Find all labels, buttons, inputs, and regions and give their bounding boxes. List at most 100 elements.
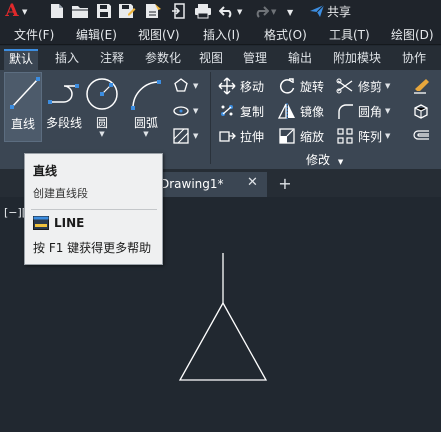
- polygon-dropdown-icon[interactable]: ▼: [193, 82, 198, 90]
- explode-button[interactable]: [412, 101, 430, 121]
- customize-icon[interactable]: ▼: [287, 3, 293, 21]
- arc-button[interactable]: 圆弧 ▼: [126, 72, 166, 142]
- tab-collaborate[interactable]: 协作: [397, 49, 431, 70]
- mirror-icon: [278, 103, 295, 119]
- tab-view[interactable]: 视图: [194, 49, 228, 70]
- ellipse-dropdown-icon[interactable]: ▼: [193, 107, 198, 115]
- undo-caret-icon[interactable]: ▼: [237, 3, 242, 21]
- stretch-label: 拉伸: [240, 129, 265, 144]
- menu-view[interactable]: 视图(V): [138, 26, 180, 43]
- open-folder-icon[interactable]: [70, 2, 90, 20]
- tab-parametric[interactable]: 参数化: [140, 49, 186, 70]
- fillet-label: 圆角: [358, 104, 383, 119]
- fillet-dropdown-icon[interactable]: ▼: [385, 107, 390, 115]
- mirror-button[interactable]: 镜像: [278, 101, 324, 121]
- scale-button[interactable]: 缩放: [278, 126, 324, 146]
- menu-edit[interactable]: 编辑(E): [76, 26, 117, 43]
- trim-label: 修剪: [358, 79, 383, 94]
- hatch-button[interactable]: ▼: [172, 126, 198, 146]
- drawn-triangle: [178, 301, 268, 381]
- import-icon[interactable]: [170, 2, 186, 20]
- modify-panel-title[interactable]: 修改 ▼: [306, 151, 343, 168]
- array-dropdown-icon[interactable]: ▼: [385, 132, 390, 140]
- copy-button[interactable]: 复制: [218, 101, 264, 121]
- polyline-button[interactable]: 多段线: [44, 72, 84, 142]
- copy-icon: [221, 105, 233, 116]
- offset-icon: [413, 130, 429, 140]
- line-icon: [5, 73, 41, 113]
- rotate-label: 旋转: [300, 79, 325, 94]
- hatch-dropdown-icon[interactable]: ▼: [193, 132, 198, 140]
- tab-insert[interactable]: 插入: [50, 49, 84, 70]
- save-icon[interactable]: [95, 2, 113, 20]
- move-button[interactable]: 移动: [218, 76, 264, 96]
- explode-icon: [414, 104, 428, 119]
- move-icon: [218, 77, 236, 95]
- ellipse-icon: [173, 106, 189, 116]
- stretch-icon: [219, 131, 236, 142]
- polygon-icon: [174, 78, 188, 92]
- undo-icon[interactable]: [218, 2, 236, 20]
- panel-separator: [210, 72, 211, 164]
- tooltip-help: 按 F1 键获得更多帮助: [33, 241, 152, 255]
- eraser-icon: [414, 79, 429, 94]
- line-button[interactable]: 直线: [4, 72, 42, 142]
- erase-button[interactable]: [412, 76, 430, 96]
- menu-insert[interactable]: 插入(I): [203, 26, 240, 43]
- tooltip-command: LINE: [54, 216, 85, 230]
- array-icon: [337, 128, 353, 144]
- new-file-icon[interactable]: [48, 2, 66, 20]
- viewport-controls[interactable]: [−][: [4, 206, 26, 219]
- mirror-label: 镜像: [300, 104, 325, 119]
- menu-file[interactable]: 文件(F): [14, 26, 54, 43]
- trim-dropdown-icon[interactable]: ▼: [385, 82, 390, 90]
- circle-dropdown-icon[interactable]: ▼: [84, 130, 120, 138]
- menu-tools[interactable]: 工具(T): [329, 26, 370, 43]
- tab-drawing1[interactable]: Drawing1* ✕: [160, 172, 267, 197]
- circle-button[interactable]: 圆 ▼: [84, 72, 120, 142]
- arc-icon: [126, 72, 166, 112]
- circle-label: 圆: [95, 116, 108, 130]
- tab-output[interactable]: 输出: [283, 49, 317, 70]
- menu-format[interactable]: 格式(O): [264, 26, 307, 43]
- stretch-button[interactable]: 拉伸: [218, 126, 264, 146]
- array-button[interactable]: 阵列 ▼: [336, 126, 390, 146]
- tab-annotate[interactable]: 注释: [95, 49, 129, 70]
- line-tooltip: 直线 创建直线段 LINE 按 F1 键获得更多帮助: [24, 153, 163, 265]
- share-label: 共享: [326, 4, 351, 19]
- copy-label: 复制: [240, 104, 265, 119]
- line-label: 直线: [10, 117, 35, 131]
- share-button[interactable]: 共享: [305, 2, 355, 20]
- tooltip-title: 直线: [33, 164, 58, 178]
- rotate-button[interactable]: 旋转: [278, 76, 324, 96]
- share-icon: [309, 4, 325, 17]
- redo-icon[interactable]: [252, 2, 270, 20]
- modify-panel-dropdown-icon[interactable]: ▼: [338, 158, 343, 166]
- menu-draw[interactable]: 绘图(D): [391, 26, 434, 43]
- app-logo[interactable]: A: [3, 1, 21, 21]
- fillet-button[interactable]: 圆角 ▼: [336, 101, 390, 121]
- save-to-cloud-icon[interactable]: [143, 2, 163, 20]
- save-as-icon[interactable]: [117, 2, 137, 20]
- trim-button[interactable]: 修剪 ▼: [336, 76, 390, 96]
- tooltip-divider: [31, 209, 157, 210]
- menu-bar: 文件(F) 编辑(E) 视图(V) 插入(I) 格式(O) 工具(T) 绘图(D…: [0, 23, 441, 45]
- polyline-label: 多段线: [45, 116, 82, 130]
- hatch-icon: [173, 128, 189, 144]
- tab-addins[interactable]: 附加模块: [328, 49, 386, 70]
- redo-caret-icon[interactable]: ▼: [271, 3, 276, 21]
- array-label: 阵列: [358, 129, 383, 144]
- tab-manage[interactable]: 管理: [238, 49, 272, 70]
- tab-default[interactable]: 默认: [4, 49, 39, 70]
- close-tab-icon[interactable]: ✕: [247, 175, 258, 190]
- quick-access-toolbar: A ▼ ▼ ▼ ▼ 共享: [0, 0, 441, 23]
- ellipse-button[interactable]: ▼: [172, 101, 198, 121]
- offset-button[interactable]: [412, 126, 430, 146]
- circle-icon: [84, 72, 120, 112]
- app-menu-caret-icon[interactable]: ▼: [22, 3, 27, 21]
- arc-dropdown-icon[interactable]: ▼: [126, 130, 166, 138]
- modify-panel-label: 修改: [306, 153, 331, 167]
- polygon-button[interactable]: ▼: [172, 76, 198, 96]
- new-tab-button[interactable]: +: [273, 173, 297, 195]
- print-icon[interactable]: [193, 2, 213, 20]
